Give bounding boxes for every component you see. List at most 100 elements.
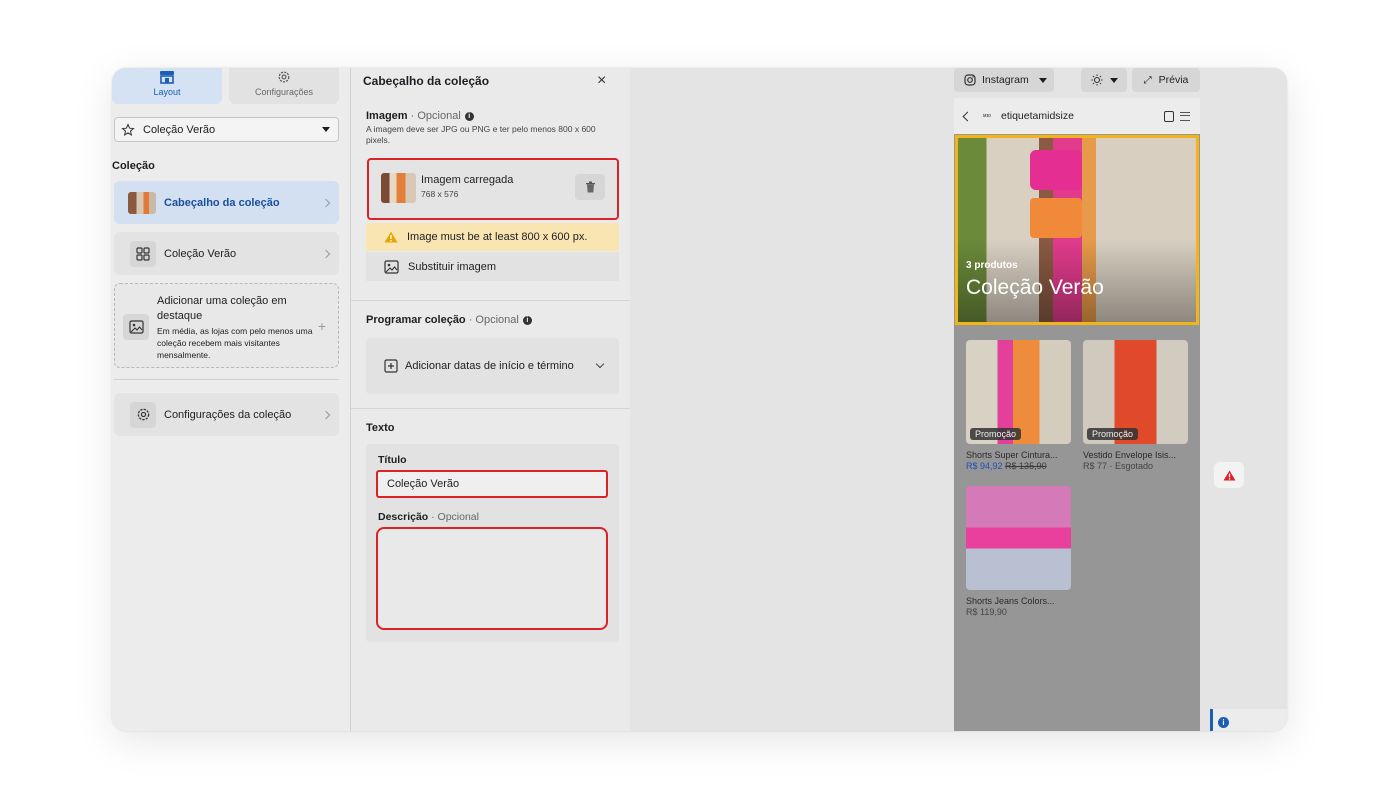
plus-icon: + [317,318,326,334]
product-original-price: R$ 135,90 [1005,461,1047,471]
sidebar-item-colecao-verao[interactable]: Coleção Verão [114,232,339,275]
add-dates-label: Adicionar datas de início e término [405,360,574,372]
tab-layout[interactable]: Layout [112,68,222,104]
gear-icon [130,401,156,428]
product-sale-price: R$ 94,92 [966,461,1003,471]
collection-hero: 3 produtos Coleção Verão [955,135,1199,325]
product-card[interactable]: Shorts Jeans Colors... R$ 119,90 [966,486,1071,617]
hero-image-figure [1030,150,1082,190]
image-section-label: Imagem · Opcional i [366,110,474,122]
collection-selector[interactable]: Coleção Verão [114,117,339,142]
schedule-optional: · Opcional [465,314,519,326]
trash-icon [585,181,595,193]
sidebar-item-collection-header[interactable]: Cabeçalho da coleção [114,181,339,224]
product-image: Promoção [966,340,1071,444]
chevron-right-icon [321,410,331,419]
section-heading: Coleção [112,160,155,172]
tab-layout-label: Layout [153,87,181,97]
grid-icon [130,240,156,267]
sidebar-item-label: Configurações da coleção [164,408,292,421]
replace-image-button[interactable]: Substituir imagem [366,252,619,281]
text-fields-card: Título Coleção Verão Descrição · Opciona… [366,444,619,642]
description-label: Descrição [378,511,429,523]
collection-header-thumbnail [128,191,156,214]
featured-collection-title: Adicionar uma coleção em destaque [157,295,287,322]
schedule-section-label: Programar coleção · Opcional i [366,314,532,326]
shopping-bag-icon[interactable] [1164,110,1174,122]
featured-collection-description: Em média, as lojas com pelo menos uma co… [157,326,313,360]
warning-icon [384,231,398,243]
add-featured-collection[interactable]: Adicionar uma coleção em destaque Em méd… [114,283,339,368]
platform-selector[interactable]: Instagram [954,68,1054,92]
preview-label: Prévia [1158,74,1189,86]
description-textarea[interactable] [376,527,608,630]
add-dates-dropdown[interactable]: Adicionar datas de início e término [366,338,619,394]
chevron-down-icon [1038,77,1047,83]
shop-logo: ᴍɪᴅ [983,113,991,119]
replace-image-label: Substituir imagem [408,260,497,273]
info-icon[interactable]: i [522,315,532,325]
delete-image-button[interactable] [575,174,605,200]
back-icon[interactable] [962,111,973,121]
product-name: Shorts Super Cintura... [966,450,1058,460]
chevron-down-icon [1109,77,1118,83]
app-window: Layout Configurações Coleção Verão Coleç… [112,68,1287,731]
storefront-icon [160,71,174,84]
image-size-warning: Image must be at least 800 x 600 px. [366,223,619,251]
chevron-down-icon [595,359,605,369]
warning-icon [1223,469,1235,481]
divider [114,379,339,380]
image-optional: · Opcional [407,110,461,122]
info-icon: i [1218,717,1229,728]
product-price: R$ 94,92 R$ 135,90 [966,461,1071,471]
info-notification[interactable]: i [1210,709,1287,731]
description-optional: · Opcional [428,511,479,523]
title-field-label: Título [378,454,407,466]
promo-badge: Promoção [1087,428,1139,440]
editor-panel: Cabeçalho da coleção × Imagem · Opcional… [350,68,631,731]
theme-selector[interactable] [1081,68,1127,92]
gear-icon [278,71,290,83]
product-card[interactable]: Promoção Shorts Super Cintura... R$ 94,9… [966,340,1071,471]
info-icon[interactable]: i [464,111,474,121]
shop-header: ᴍɪᴅ etiquetamidsize [954,98,1200,134]
sidebar-item-label: Cabeçalho da coleção [164,196,280,209]
hero-title: Coleção Verão [966,276,1104,299]
product-name: Vestido Envelope Isis... [1083,450,1177,460]
preview-canvas: Instagram ⤢ Prévia ᴍɪᴅ etiquetamidsize 3… [630,68,1287,731]
product-price: R$ 77 · Esgotado [1083,461,1154,471]
preview-button[interactable]: ⤢ Prévia [1132,68,1200,92]
editor-title: Cabeçalho da coleção [363,74,490,88]
sidebar-item-label: Coleção Verão [164,247,237,260]
text-section-label: Texto [366,422,395,434]
hero-image-shorts [1030,198,1082,238]
schedule-label: Programar coleção [366,314,466,326]
hero-product-count: 3 produtos [966,260,1018,271]
warning-text: Image must be at least 800 x 600 px. [407,231,588,243]
divider [351,408,631,409]
product-image: Promoção [1083,340,1188,444]
image-requirements-hint: A imagem deve ser JPG ou PNG e ter pelo … [366,124,596,145]
description-field-label: Descrição · Opcional [378,511,479,523]
sidebar-tabs: Layout Configurações [112,68,350,106]
error-alert-button[interactable] [1214,462,1244,488]
tab-configuracoes[interactable]: Configurações [229,68,339,104]
sidebar-item-collection-settings[interactable]: Configurações da coleção [114,393,339,436]
instagram-icon [964,74,976,86]
image-icon [123,314,149,340]
close-icon[interactable]: × [597,72,606,90]
platform-label: Instagram [982,74,1029,86]
product-price: R$ 119,90 [966,607,1007,617]
uploaded-image-name: Imagem carregada [421,174,514,186]
sun-icon [1091,74,1102,86]
product-card[interactable]: Promoção Vestido Envelope Isis... R$ 77 … [1083,340,1188,471]
shop-preview: ᴍɪᴅ etiquetamidsize 3 produtos Coleção V… [954,98,1200,731]
menu-icon[interactable] [1180,111,1190,121]
promo-badge: Promoção [970,428,1022,440]
calendar-plus-icon [384,359,398,373]
left-sidebar: Layout Configurações Coleção Verão Coleç… [112,68,350,731]
expand-icon: ⤢ [1143,74,1152,86]
replace-image-icon [384,259,399,274]
chevron-right-icon [321,249,331,258]
title-input[interactable]: Coleção Verão [376,470,608,498]
